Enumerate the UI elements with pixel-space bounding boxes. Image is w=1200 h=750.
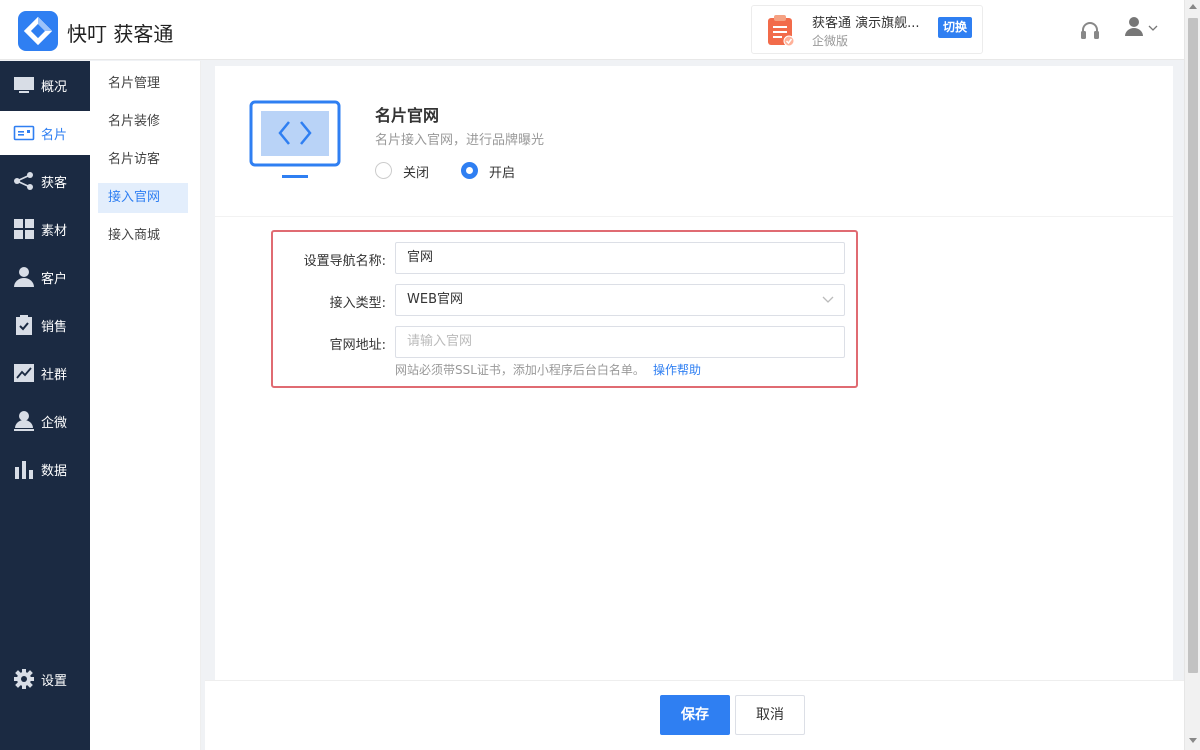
sidebar-item-label: 客户 (41, 272, 68, 287)
share-icon (14, 172, 33, 190)
chevron-down-icon (822, 296, 834, 303)
user-icon (1125, 17, 1143, 36)
sidebar-item-card[interactable]: 名片 (0, 111, 90, 155)
scroll-thumb[interactable] (1188, 18, 1198, 673)
action-footer: 保存 取消 (205, 680, 1184, 750)
app-logo-icon[interactable] (18, 11, 58, 51)
section-divider (215, 216, 1173, 217)
website-url-input[interactable]: 请输入官网 (395, 326, 845, 358)
help-link[interactable]: 操作帮助 (653, 361, 701, 378)
sidebar-item-label: 概况 (41, 80, 68, 95)
person-icon (14, 267, 34, 287)
website-settings-form: 设置导航名称: 官网 接入类型: WEB官网 官网地址: 请输入官网 网站必须带… (271, 230, 858, 388)
page-scrollbar[interactable] (1184, 0, 1200, 750)
subnav-item-card-manage[interactable]: 名片管理 (98, 69, 188, 99)
sidebar-item-data[interactable]: 数据 (0, 447, 90, 491)
trend-icon (14, 364, 34, 382)
radio-circle-checked (461, 162, 478, 179)
cancel-button[interactable]: 取消 (735, 695, 805, 735)
sidebar-item-label: 素材 (41, 224, 68, 239)
code-monitor-icon (249, 100, 341, 178)
user-badge-icon (14, 411, 34, 431)
gear-icon (14, 669, 34, 689)
sidebar-item-label: 数据 (41, 464, 68, 479)
main-content: 名片官网 名片接入官网，进行品牌曝光 关闭 开启 设置导航名称: 官网 接入类型… (215, 66, 1173, 680)
app-title: 快叮 获客通 (67, 22, 174, 46)
sidebar-item-materials[interactable]: 素材 (0, 207, 90, 251)
radio-circle (375, 162, 392, 179)
sidebar-item-label: 设置 (41, 674, 68, 689)
sidebar-item-label: 社群 (41, 368, 68, 383)
grid-icon (14, 219, 34, 239)
radio-on-label: 开启 (489, 166, 516, 181)
scroll-down-arrow[interactable] (1189, 738, 1197, 743)
clipboard-check-icon (16, 315, 32, 335)
subnav-item-connect-website[interactable]: 接入官网 (98, 183, 188, 213)
save-button[interactable]: 保存 (660, 695, 730, 735)
radio-on[interactable]: 开启 (461, 162, 531, 181)
sidebar-item-sales[interactable]: 销售 (0, 303, 90, 347)
sidebar-item-overview[interactable]: 概况 (0, 63, 90, 107)
sidebar-item-acquire[interactable]: 获客 (0, 159, 90, 203)
connect-type-value: WEB官网 (407, 292, 463, 307)
sidebar-item-label: 获客 (41, 176, 68, 191)
scroll-up-arrow[interactable] (1189, 4, 1197, 9)
connect-type-label: 接入类型: (329, 296, 386, 311)
connect-type-select[interactable]: WEB官网 (395, 284, 845, 316)
subnav-item-card-decorate[interactable]: 名片装修 (98, 107, 188, 137)
headset-icon[interactable] (1080, 20, 1100, 42)
main-sidebar: 概况 名片 获客 素材 客户 销售 社群 企微 数据 设置 (0, 61, 90, 750)
sidebar-item-community[interactable]: 社群 (0, 351, 90, 395)
sidebar-item-customers[interactable]: 客户 (0, 255, 90, 299)
sidebar-item-label: 销售 (41, 320, 68, 335)
website-url-label: 官网地址: (329, 338, 386, 353)
feature-title: 名片官网 (375, 106, 440, 125)
card-icon (13, 125, 35, 141)
top-header: 快叮 获客通 获客通 演示旗舰... 企微版 切换 (0, 0, 1184, 60)
sidebar-item-settings[interactable]: 设置 (0, 657, 90, 701)
account-edition: 企微版 (812, 34, 849, 48)
radio-off[interactable]: 关闭 (375, 162, 445, 181)
document-icon (768, 15, 795, 47)
feature-description: 名片接入官网，进行品牌曝光 (375, 133, 545, 148)
ssl-hint: 网站必须带SSL证书，添加小程序后台白名单。 (395, 363, 645, 377)
sidebar-item-wecom[interactable]: 企微 (0, 399, 90, 443)
monitor-icon (14, 77, 34, 93)
subnav-item-connect-mall[interactable]: 接入商城 (98, 221, 188, 251)
account-card[interactable]: 获客通 演示旗舰... 企微版 切换 (751, 5, 983, 54)
nav-name-label: 设置导航名称: (303, 254, 386, 269)
subnav-item-card-visitors[interactable]: 名片访客 (98, 145, 188, 175)
chevron-down-icon (1148, 25, 1158, 31)
account-name: 获客通 演示旗舰... (812, 16, 920, 31)
bar-chart-icon (15, 461, 33, 479)
switch-account-button[interactable]: 切换 (938, 17, 972, 38)
nav-name-input[interactable]: 官网 (395, 242, 845, 274)
sidebar-item-label: 名片 (41, 128, 68, 143)
sub-navigation: 名片管理 名片装修 名片访客 接入官网 接入商城 (90, 61, 201, 750)
radio-off-label: 关闭 (403, 166, 430, 181)
sidebar-item-label: 企微 (41, 416, 68, 431)
